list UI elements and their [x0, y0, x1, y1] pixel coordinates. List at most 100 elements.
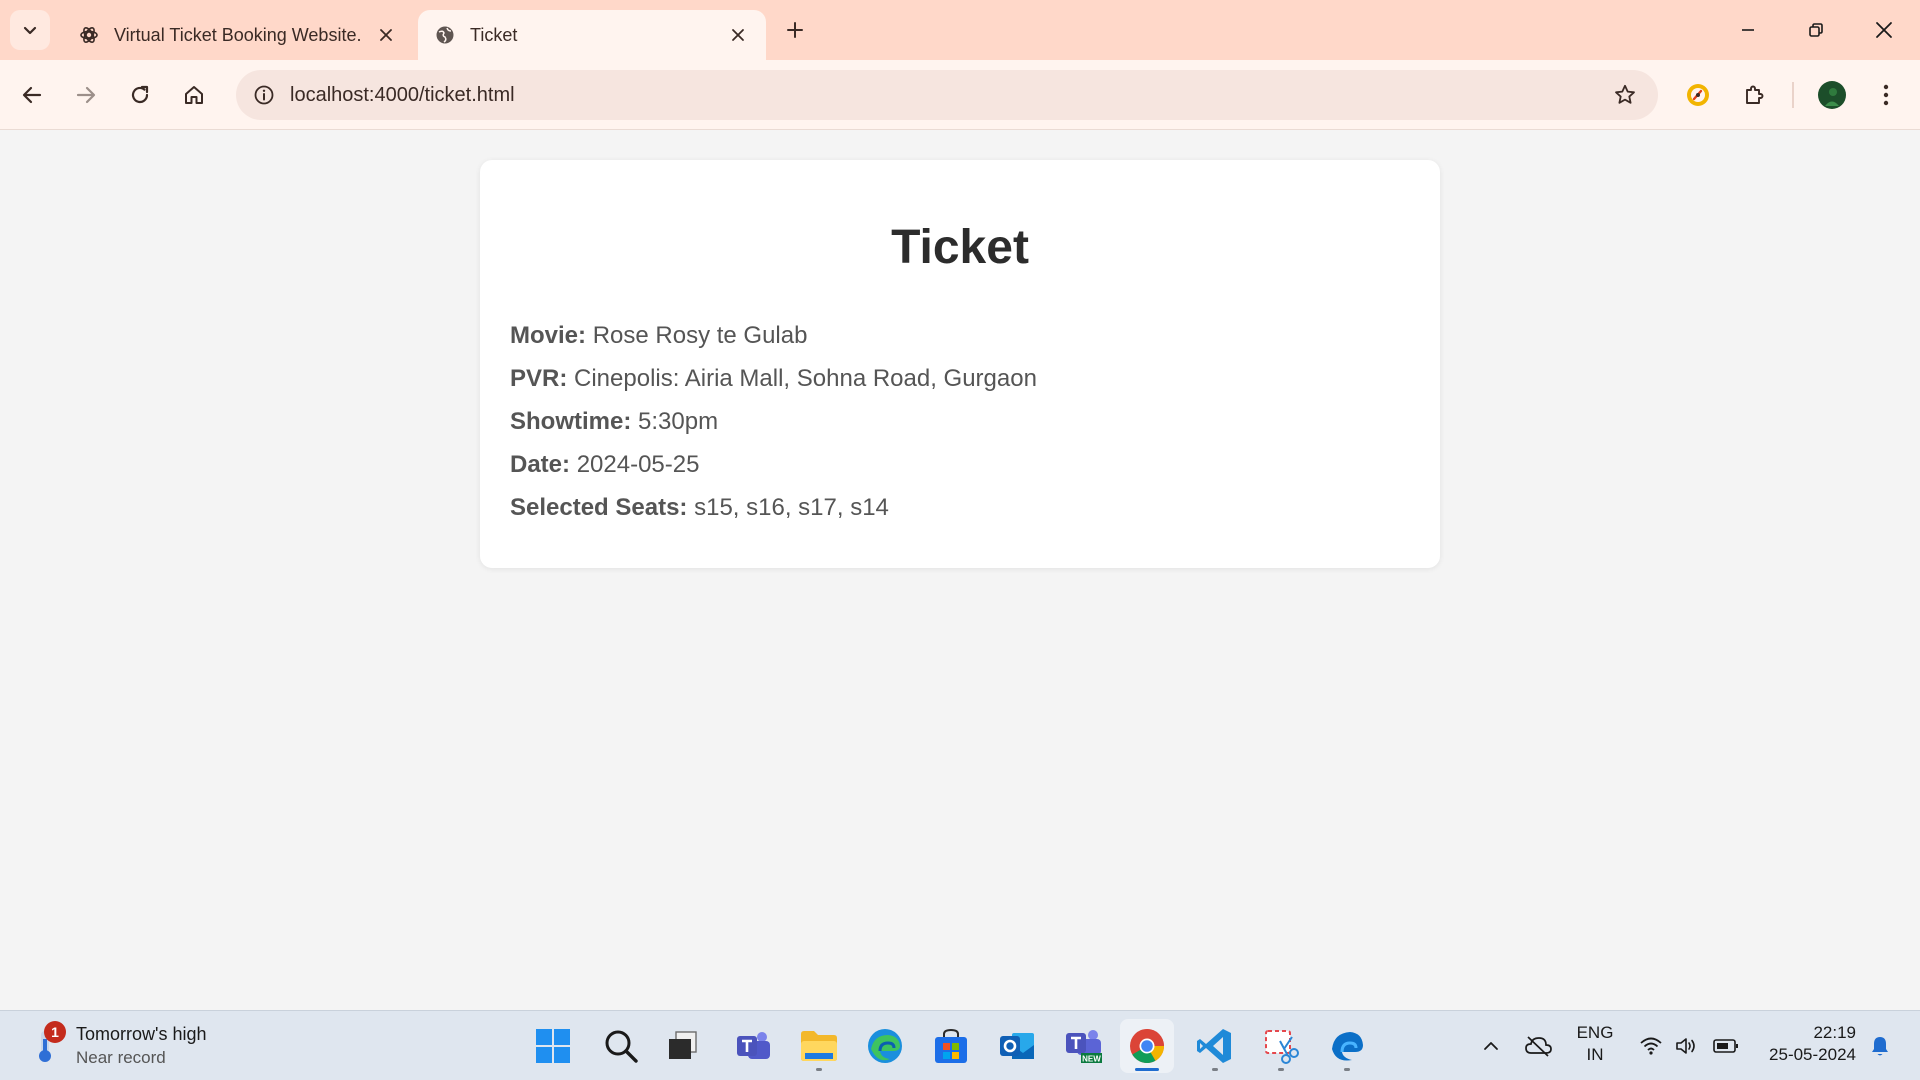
ticket-showtime: Showtime: 5:30pm	[510, 408, 718, 436]
tab-strip: Virtual Ticket Booking Website. Ticket	[0, 0, 1920, 60]
home-icon	[185, 86, 203, 104]
new-tab-button[interactable]	[780, 15, 810, 45]
detail-label: Movie:	[510, 322, 587, 349]
chevron-down-icon	[23, 26, 37, 35]
search-icon	[605, 1030, 638, 1063]
notifications-button[interactable]	[1864, 1011, 1896, 1080]
battery-icon	[1713, 1039, 1738, 1053]
wifi-icon	[1640, 1037, 1662, 1055]
restore-button[interactable]	[1796, 12, 1836, 48]
bookmark-star-icon[interactable]	[1608, 78, 1642, 112]
url-text[interactable]: localhost:4000/ticket.html	[290, 70, 515, 120]
outlook-icon	[1000, 1033, 1034, 1059]
microsoft-store-app[interactable]	[924, 1019, 978, 1073]
ticket-selected-seats: Selected Seats: s15, s16, s17, s14	[510, 494, 889, 522]
ticket-movie: Movie: Rose Rosy te Gulab	[510, 322, 807, 350]
restore-icon	[1809, 23, 1823, 37]
arrow-left-icon	[22, 86, 42, 104]
detail-value: 2024-05-25	[576, 451, 700, 478]
plus-icon	[787, 22, 803, 38]
forward-button[interactable]	[68, 77, 104, 113]
teams-icon	[737, 1032, 770, 1059]
task-view-button[interactable]	[656, 1019, 710, 1073]
outlook-app[interactable]	[990, 1019, 1044, 1073]
edge-icon	[868, 1029, 902, 1063]
browser-toolbar: localhost:4000/ticket.html	[0, 60, 1920, 130]
puzzle-icon	[1746, 85, 1764, 104]
home-button[interactable]	[176, 77, 212, 113]
start-button[interactable]	[526, 1019, 580, 1073]
snipping-tool-app[interactable]	[1254, 1019, 1308, 1073]
vscode-app[interactable]	[1188, 1019, 1242, 1073]
running-indicator	[1278, 1068, 1284, 1071]
show-hidden-icons-button[interactable]	[1476, 1011, 1506, 1080]
ticket-pvr: PVR: Cinepolis: Airia Mall, Sohna Road, …	[510, 365, 1037, 393]
weather-widget[interactable]: 1 Tomorrow's high Near record	[28, 1021, 268, 1071]
speaker-icon	[1676, 1038, 1695, 1054]
language-indicator[interactable]: ENG IN	[1572, 1022, 1618, 1066]
edge-beta-icon	[1332, 1032, 1363, 1061]
close-window-button[interactable]	[1864, 12, 1904, 48]
clock-time: 22:19	[1813, 1023, 1856, 1042]
tab-ticket[interactable]: Ticket	[418, 10, 766, 60]
language-code: ENG	[1576, 1023, 1614, 1042]
minimize-icon	[1742, 29, 1754, 31]
tab-title: Ticket	[470, 24, 518, 45]
ticket-card: Ticket Movie: Rose Rosy te Gulab PVR: Ci…	[480, 160, 1440, 568]
bell-icon	[1872, 1037, 1888, 1056]
battery-status[interactable]	[1710, 1011, 1742, 1080]
system-clock[interactable]: 22:19 25-05-2024	[1752, 1022, 1856, 1066]
task-view-icon	[669, 1031, 697, 1059]
detail-label: Selected Seats:	[510, 494, 688, 521]
minimize-button[interactable]	[1728, 12, 1768, 48]
clock-date: 25-05-2024	[1769, 1045, 1856, 1064]
network-status[interactable]	[1636, 1011, 1666, 1080]
profile-avatar[interactable]	[1814, 77, 1850, 113]
address-bar[interactable]: localhost:4000/ticket.html	[236, 70, 1658, 120]
tab-search-button[interactable]	[10, 10, 50, 50]
teams-app[interactable]	[726, 1019, 780, 1073]
site-info-icon[interactable]	[246, 77, 282, 113]
close-icon[interactable]	[726, 23, 750, 47]
windows-start-icon	[536, 1029, 570, 1063]
edge-app[interactable]	[858, 1019, 912, 1073]
teams-new-app[interactable]: NEW	[1056, 1019, 1110, 1073]
detail-value: 5:30pm	[638, 408, 719, 435]
close-icon[interactable]	[374, 23, 398, 47]
svg-text:NEW: NEW	[1082, 1055, 1101, 1064]
vscode-icon	[1197, 1029, 1231, 1063]
globe-icon	[434, 24, 456, 46]
openai-icon	[78, 24, 100, 46]
extension-button[interactable]	[1680, 77, 1716, 113]
reload-button[interactable]	[122, 77, 158, 113]
running-indicator	[1135, 1068, 1159, 1071]
chrome-icon	[1130, 1029, 1164, 1063]
back-button[interactable]	[14, 77, 50, 113]
extension-gauge-icon	[1687, 84, 1709, 106]
weather-headline: Tomorrow's high	[76, 1024, 207, 1044]
running-indicator	[1212, 1068, 1218, 1071]
detail-label: PVR:	[510, 365, 568, 392]
browser-menu-button[interactable]	[1868, 77, 1904, 113]
detail-value: Rose Rosy te Gulab	[592, 322, 808, 349]
running-indicator	[1344, 1068, 1350, 1071]
detail-value: Cinepolis: Airia Mall, Sohna Road, Gurga…	[574, 365, 1037, 392]
more-vertical-icon	[1883, 84, 1889, 106]
tab-virtual-ticket-booking[interactable]: Virtual Ticket Booking Website.	[62, 10, 414, 60]
extensions-button[interactable]	[1736, 77, 1772, 113]
reload-icon	[131, 85, 149, 104]
cloud-offline-icon	[1525, 1036, 1552, 1057]
volume-status[interactable]	[1672, 1011, 1702, 1080]
onedrive-status[interactable]	[1522, 1011, 1554, 1080]
page-title: Ticket	[891, 221, 1029, 274]
chrome-app[interactable]	[1120, 1019, 1174, 1073]
detail-label: Date:	[510, 451, 571, 478]
weather-alert-badge: 1	[44, 1021, 66, 1043]
detail-value: s15, s16, s17, s14	[694, 494, 889, 521]
edge-beta-app[interactable]	[1320, 1019, 1374, 1073]
file-explorer-app[interactable]	[792, 1019, 846, 1073]
language-region: IN	[1586, 1045, 1604, 1064]
store-icon	[935, 1028, 967, 1063]
teams-new-icon: NEW	[1066, 1030, 1102, 1064]
taskbar-search-button[interactable]	[594, 1019, 648, 1073]
